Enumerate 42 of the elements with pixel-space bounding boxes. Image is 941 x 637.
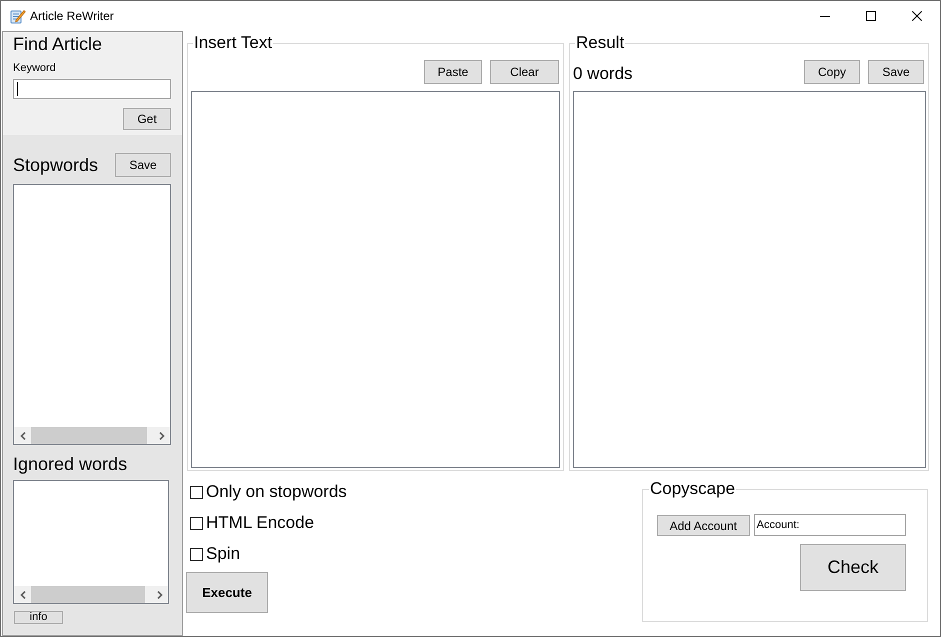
checkbox-label[interactable]: HTML Encode bbox=[206, 513, 314, 533]
scroll-left-icon bbox=[20, 590, 26, 598]
field-label: Keyword bbox=[13, 62, 57, 75]
checkbox[interactable] bbox=[190, 516, 203, 530]
group-title: Insert Text bbox=[193, 33, 274, 53]
paste-button[interactable]: Paste bbox=[424, 60, 482, 84]
close-icon bbox=[912, 11, 922, 21]
scrollbar-thumb[interactable] bbox=[31, 586, 145, 603]
add-account-button[interactable]: Add Account bbox=[657, 515, 750, 536]
keyword-field[interactable] bbox=[13, 79, 171, 99]
checkbox[interactable] bbox=[190, 486, 203, 498]
section-title: Find Article bbox=[13, 33, 104, 55]
checkbox-label[interactable]: Only on stopwords bbox=[206, 482, 347, 502]
copy-button[interactable]: Copy bbox=[804, 60, 860, 84]
group-title: Copyscape bbox=[649, 479, 736, 499]
group-title: Result bbox=[575, 33, 626, 53]
notepad-pen-icon bbox=[9, 8, 26, 24]
checkbox-label[interactable]: Spin bbox=[206, 544, 240, 564]
checkbox[interactable] bbox=[190, 548, 203, 560]
word-count: 0 words bbox=[573, 64, 633, 84]
execute-button[interactable]: Execute bbox=[186, 572, 268, 613]
text-cursor-icon bbox=[17, 82, 18, 96]
scrollbar[interactable] bbox=[14, 586, 168, 603]
text-input-area[interactable] bbox=[191, 91, 560, 468]
save-button[interactable]: Save bbox=[868, 60, 924, 84]
clear-button[interactable]: Clear bbox=[490, 60, 559, 84]
scroll-left-icon bbox=[20, 432, 26, 440]
window-title: Article ReWriter bbox=[30, 9, 114, 23]
maximize-icon bbox=[866, 11, 876, 21]
ignored-words-list[interactable] bbox=[13, 480, 169, 604]
info-button[interactable]: info bbox=[14, 611, 63, 624]
get-button[interactable]: Get bbox=[123, 108, 171, 130]
scrollbar[interactable] bbox=[14, 427, 170, 444]
section-title: Ignored words bbox=[13, 453, 128, 475]
scroll-right-icon bbox=[158, 432, 164, 440]
save-button[interactable]: Save bbox=[115, 153, 171, 177]
stopwords-list[interactable] bbox=[13, 184, 171, 445]
scroll-right-icon bbox=[156, 590, 162, 598]
account-field[interactable]: Account: bbox=[754, 514, 906, 536]
check-button[interactable]: Check bbox=[800, 544, 906, 591]
section-title: Stopwords bbox=[13, 154, 98, 176]
scrollbar-thumb[interactable] bbox=[31, 427, 147, 444]
